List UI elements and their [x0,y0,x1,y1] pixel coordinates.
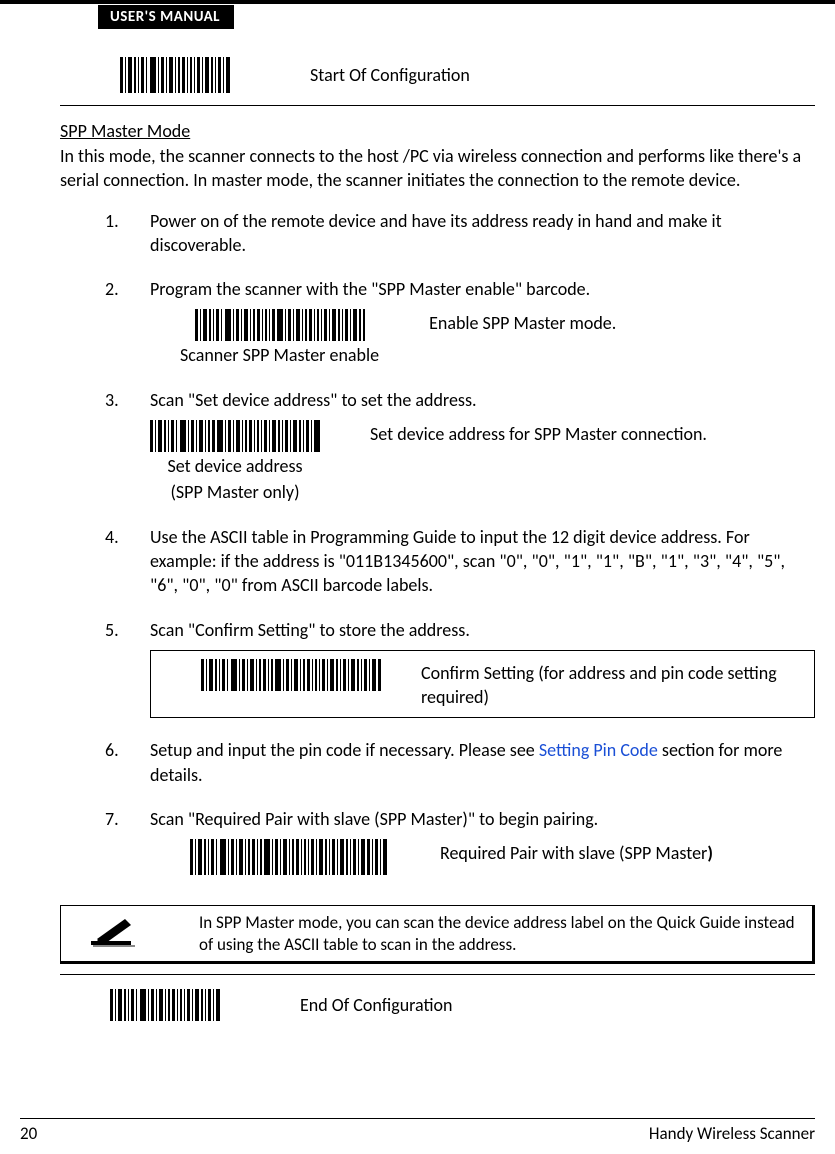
step-1: Power on of the remote device and have i… [150,209,815,258]
step-2-text: Program the scanner with the "SPP Master… [150,278,590,300]
note-text: In SPP Master mode, you can scan the dev… [199,912,796,955]
step-5-desc: Confirm Setting (for address and pin cod… [421,659,804,710]
divider-top [60,105,815,106]
start-config-row: Start Of Configuration [120,57,815,93]
header-rule [0,0,835,4]
step-5: Scan "Confirm Setting" to store the addr… [150,618,815,719]
footer: 20 Handy Wireless Scanner [20,1118,815,1144]
step-7-desc-bold: ) [707,842,713,864]
section-title: SPP Master Mode [60,120,815,142]
start-config-barcode [120,57,230,93]
footer-title: Handy Wireless Scanner [649,1123,815,1144]
step-3-text: Scan "Set device address" to set the add… [150,389,477,411]
step-2-caption: Scanner SPP Master enable [180,343,379,367]
end-config-label: End Of Configuration [300,994,453,1016]
step-2: Program the scanner with the "SPP Master… [150,277,815,368]
start-config-label: Start Of Configuration [310,64,470,86]
step-1-text: Power on of the remote device and have i… [150,210,722,256]
set-device-address-barcode [150,420,320,452]
page-number: 20 [20,1123,37,1144]
section-intro: In this mode, the scanner connects to th… [60,144,815,193]
note-box: In SPP Master mode, you can scan the dev… [60,905,815,964]
step-7-desc: Required Pair with slave (SPP Master) [440,839,815,865]
step-3-caption2: (SPP Master only) [170,480,299,504]
step-7-text: Scan "Required Pair with slave (SPP Mast… [150,808,598,830]
end-config-row: End Of Configuration [110,989,815,1021]
step-3-caption1: Set device address [167,454,302,478]
step-7-desc-pre: Required Pair with slave (SPP Master [440,842,707,864]
required-pair-barcode [190,839,390,875]
step-6: Setup and input the pin code if necessar… [150,738,815,787]
header-tab: USER'S MANUAL [98,5,234,29]
confirm-setting-barcode [201,659,381,691]
divider-bottom [60,974,815,975]
confirm-setting-box: Confirm Setting (for address and pin cod… [150,650,815,719]
note-pen-icon [87,915,139,953]
step-6-pre: Setup and input the pin code if necessar… [150,739,539,761]
spp-master-enable-barcode [195,309,365,341]
step-4-text: Use the ASCII table in Programming Guide… [150,526,785,597]
end-config-barcode [110,989,220,1021]
step-2-desc: Enable SPP Master mode. [429,309,815,335]
step-4: Use the ASCII table in Programming Guide… [150,525,815,598]
step-3: Scan "Set device address" to set the add… [150,388,815,505]
step-7: Scan "Required Pair with slave (SPP Mast… [150,807,815,875]
setting-pin-code-link[interactable]: Setting Pin Code [539,739,658,761]
steps-list: Power on of the remote device and have i… [60,209,815,876]
step-3-desc: Set device address for SPP Master connec… [370,420,815,446]
step-5-text: Scan "Confirm Setting" to store the addr… [150,619,470,641]
